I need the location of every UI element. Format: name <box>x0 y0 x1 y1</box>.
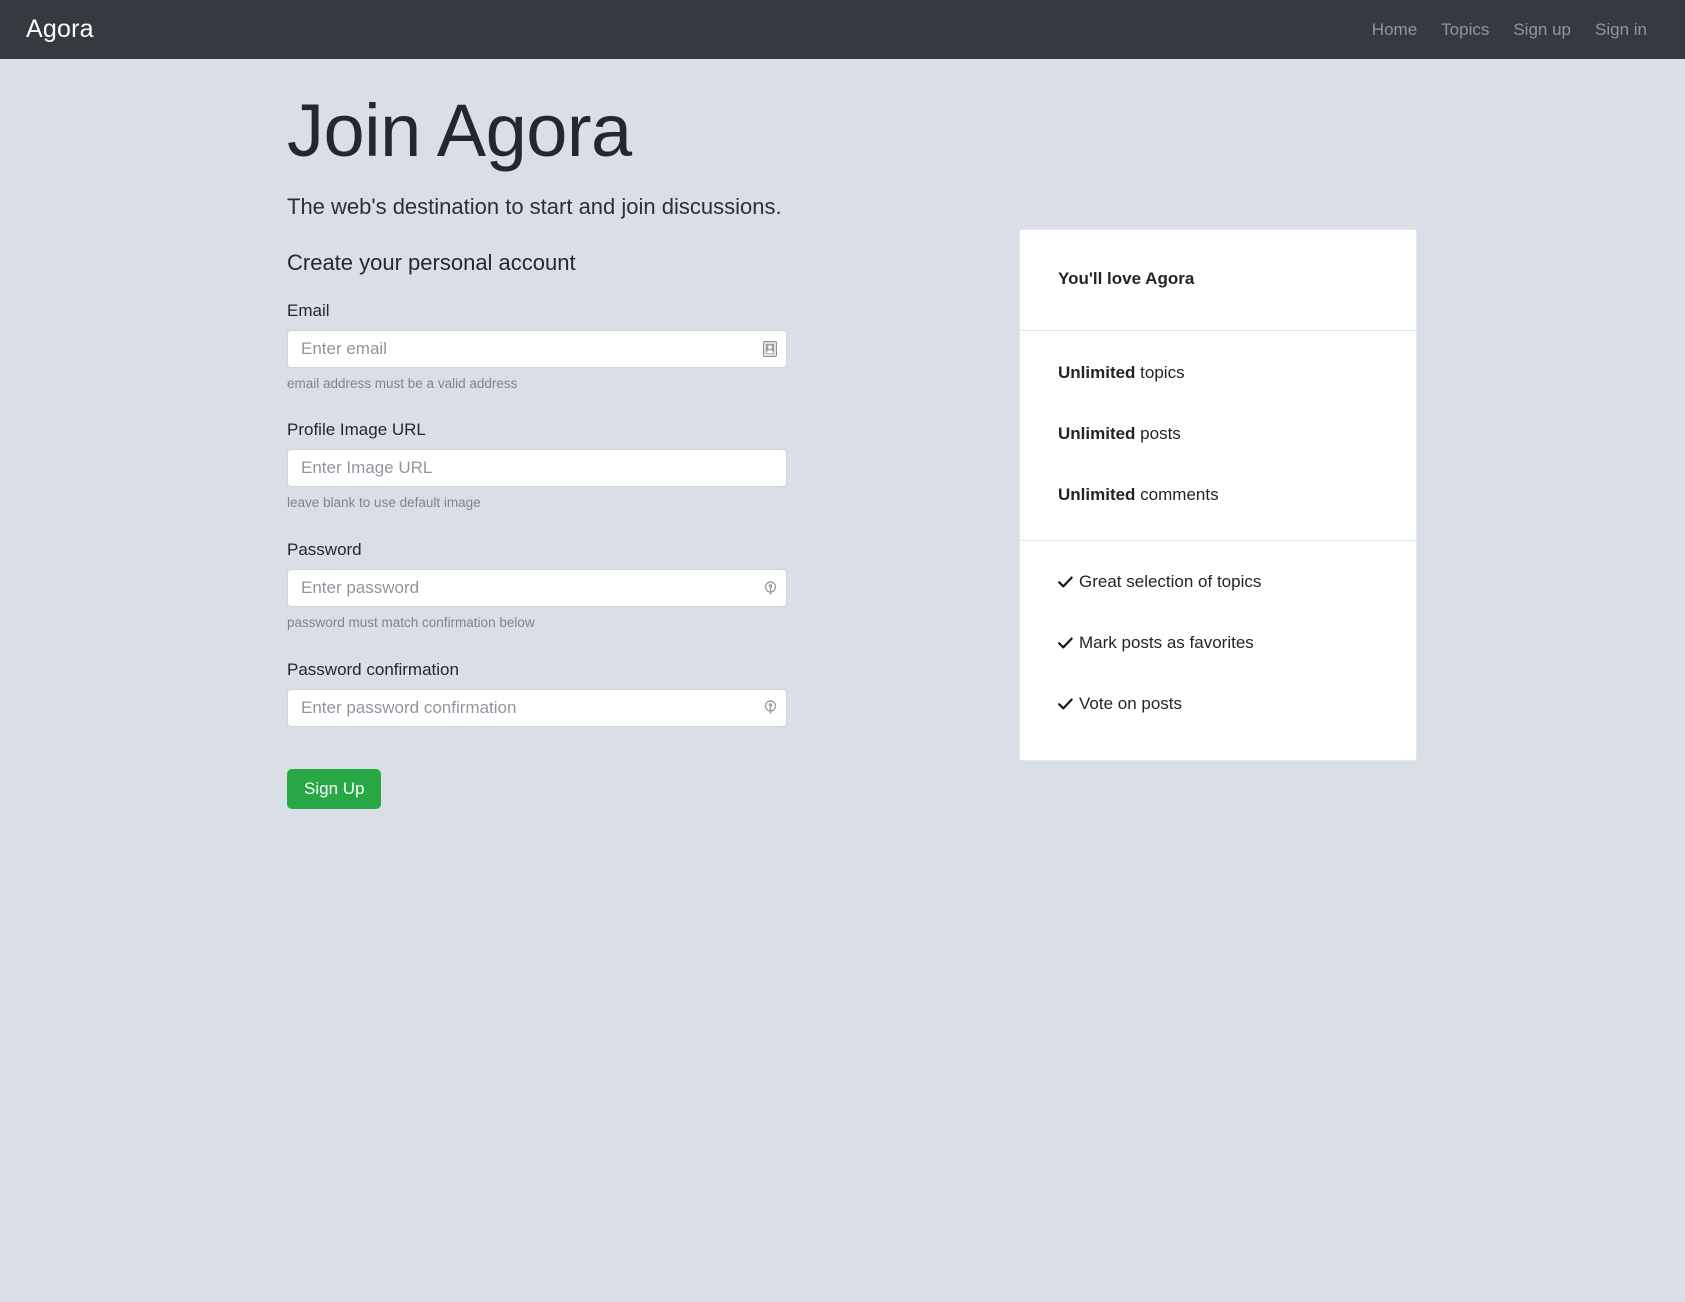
password-confirmation-label: Password confirmation <box>287 659 459 679</box>
form-heading: Create your personal account <box>287 250 576 276</box>
password-help-text: password must match confirmation below <box>287 615 535 631</box>
nav-link-sign-in[interactable]: Sign in <box>1595 21 1647 38</box>
sign-up-button[interactable]: Sign Up <box>287 768 382 810</box>
page-title: Join Agora <box>287 89 632 172</box>
top-navbar: Agora Home Topics Sign up Sign in <box>0 0 1685 59</box>
list-item: Unlimited posts <box>1058 423 1378 446</box>
feature-card-limits: Unlimited topics Unlimited posts Unlimit… <box>1020 331 1416 542</box>
page-body: Join Agora The web's destination to star… <box>0 59 1685 810</box>
page-subtitle: The web's destination to start and join … <box>287 194 782 220</box>
field-password: Password password must match confirmatio… <box>287 539 907 632</box>
limit-rest: comments <box>1135 485 1219 505</box>
feature-card-header: You'll love Agora <box>1020 230 1416 332</box>
feature-label: Mark posts as favorites <box>1079 632 1254 652</box>
field-profile-image-url: Profile Image URL leave blank to use def… <box>287 419 907 512</box>
field-password-confirmation: Password confirmation <box>287 659 907 727</box>
check-icon <box>1058 697 1073 712</box>
email-label: Email <box>287 300 330 320</box>
feature-label: Vote on posts <box>1079 693 1183 713</box>
limit-rest: posts <box>1135 424 1181 444</box>
email-input[interactable] <box>287 329 787 368</box>
email-input-wrap <box>287 329 787 368</box>
list-item: Unlimited topics <box>1058 362 1378 385</box>
password-confirmation-input-wrap <box>287 688 787 727</box>
profile-image-url-label: Profile Image URL <box>287 420 426 440</box>
signup-form: Create your personal account Email Enter… <box>287 223 907 810</box>
password-confirmation-input[interactable] <box>287 688 787 727</box>
nav-link-home[interactable]: Home <box>1372 21 1417 38</box>
feature-card-column: You'll love Agora Unlimited topics Unlim… <box>1019 223 1417 761</box>
list-item: Vote on posts <box>1058 693 1378 716</box>
feature-card-title: You'll love Agora <box>1058 269 1195 289</box>
password-input-wrap <box>287 569 787 608</box>
content-columns: Create your personal account Email Enter… <box>0 223 1685 810</box>
list-item: Great selection of topics <box>1058 571 1378 594</box>
check-icon <box>1058 575 1073 590</box>
limit-strong: Unlimited <box>1058 485 1136 505</box>
password-input[interactable] <box>287 569 787 608</box>
feature-label: Great selection of topics <box>1079 572 1262 592</box>
nav-link-sign-up[interactable]: Sign up <box>1513 21 1571 38</box>
profile-image-url-help-text: leave blank to use default image <box>287 495 481 511</box>
brand-logo[interactable]: Agora <box>26 17 94 42</box>
field-email: Email email address must be a valid addr… <box>287 300 907 393</box>
email-help-text: email address must be a valid address <box>287 375 518 391</box>
profile-image-url-input-wrap <box>287 449 787 488</box>
nav-link-topics[interactable]: Topics <box>1441 21 1489 38</box>
limit-strong: Unlimited <box>1058 424 1136 444</box>
nav-links: Home Topics Sign up Sign in <box>1372 21 1661 38</box>
feature-card-features: Great selection of topics Mark posts as … <box>1020 541 1416 760</box>
feature-card: You'll love Agora Unlimited topics Unlim… <box>1019 229 1417 761</box>
list-item: Unlimited comments <box>1058 484 1378 507</box>
password-label: Password <box>287 539 362 559</box>
limit-strong: Unlimited <box>1058 363 1136 383</box>
check-icon <box>1058 636 1073 651</box>
profile-image-url-input[interactable] <box>287 449 787 488</box>
list-item: Mark posts as favorites <box>1058 632 1378 655</box>
limit-rest: topics <box>1135 363 1185 383</box>
hero-section: Join Agora The web's destination to star… <box>0 59 1685 223</box>
